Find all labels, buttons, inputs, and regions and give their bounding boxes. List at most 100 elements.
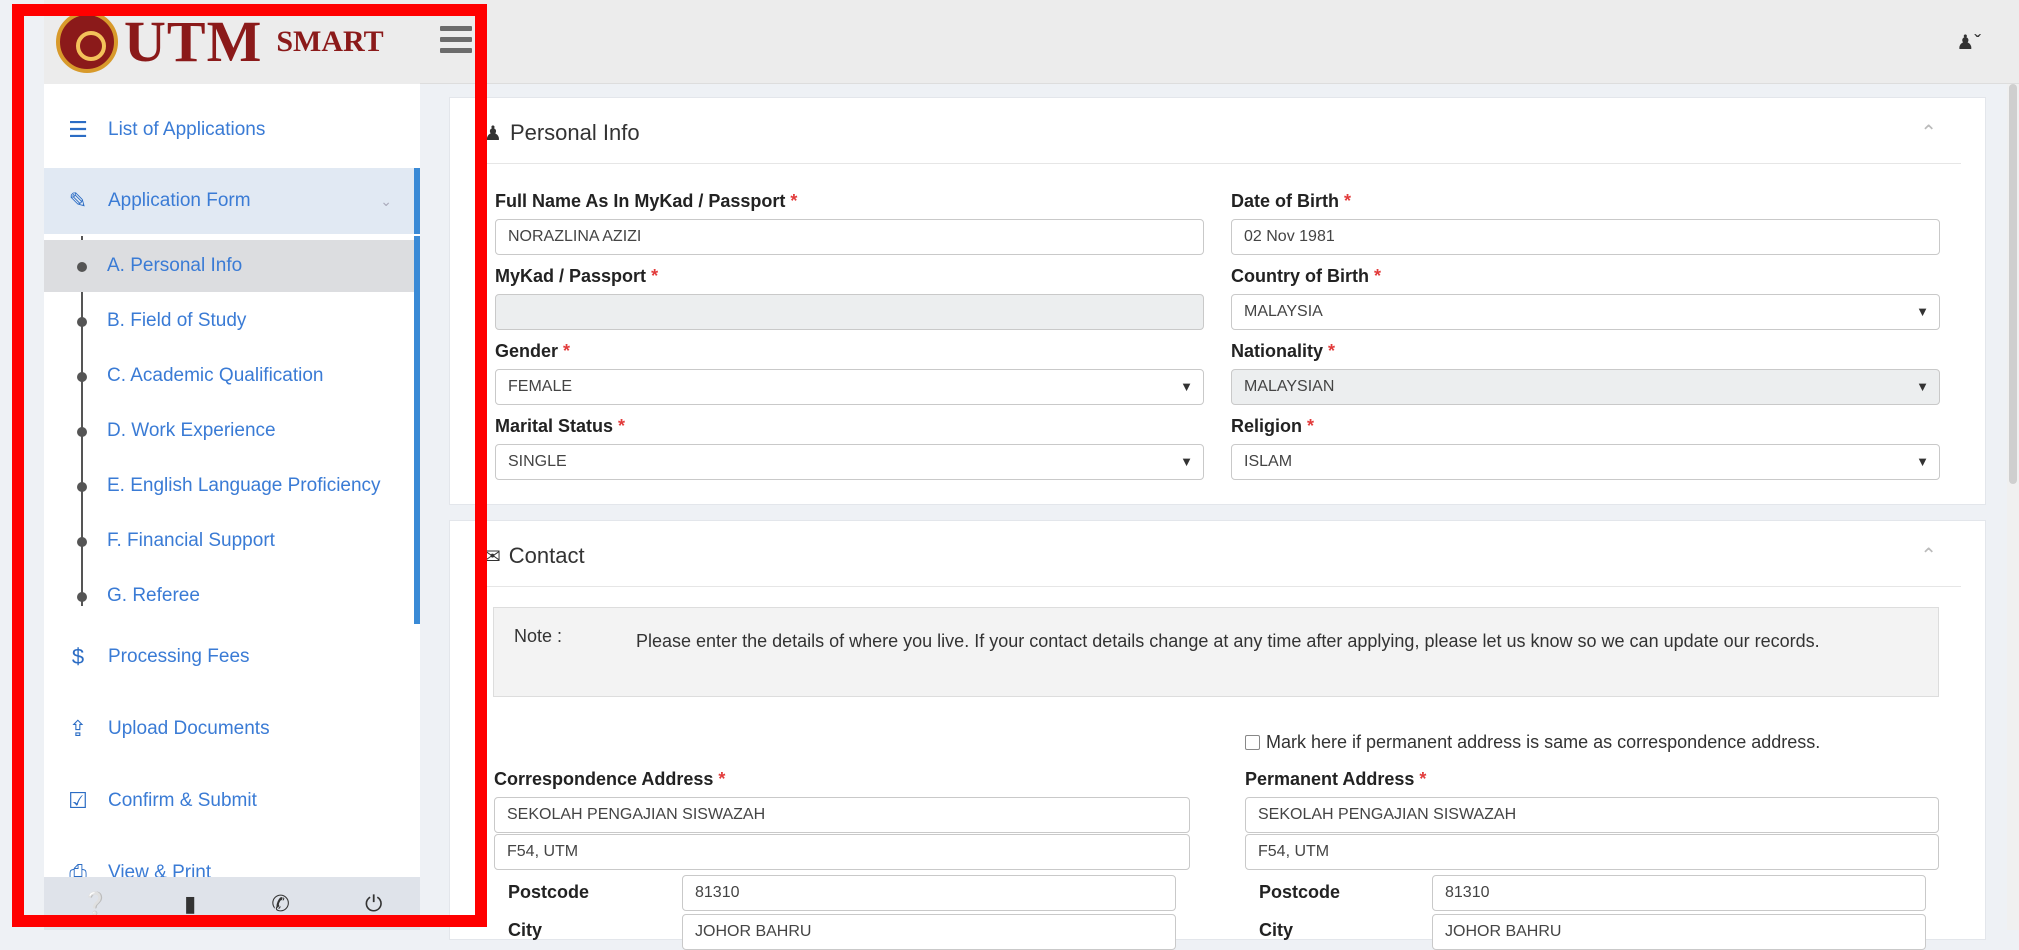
gender-value: FEMALE xyxy=(508,378,573,395)
bullet-icon xyxy=(77,427,87,437)
sidebar-item-label: Processing Fees xyxy=(108,646,250,667)
page-scrollbar[interactable] xyxy=(2007,84,2019,930)
full-name-label: Full Name As In MyKad / Passport * xyxy=(495,191,798,211)
caret-down-icon: ▼ xyxy=(1180,379,1193,394)
perm-line1-value: SEKOLAH PENGAJIAN SISWAZAH xyxy=(1258,806,1517,823)
marital-label: Marital Status * xyxy=(495,416,626,436)
application-form-submenu: A. Personal Info B. Field of Study C. Ac… xyxy=(44,236,420,624)
caret-down-icon: ▼ xyxy=(1916,454,1929,469)
corr-city-input[interactable]: JOHOR BAHRU xyxy=(682,914,1176,950)
dob-label: Date of Birth * xyxy=(1231,191,1352,211)
permanent-address-line1[interactable]: SEKOLAH PENGAJIAN SISWAZAH xyxy=(1245,797,1939,833)
dob-input[interactable]: 02 Nov 1981 xyxy=(1231,219,1940,255)
check-square-icon: ☑ xyxy=(68,788,88,813)
user-icon: ♟ xyxy=(484,122,502,145)
gender-label: Gender * xyxy=(495,341,571,361)
sub-item-academic-qualification[interactable]: C. Academic Qualification xyxy=(44,350,414,402)
divider xyxy=(480,586,1961,587)
list-icon: ☰ xyxy=(68,117,88,142)
full-name-input[interactable]: NORAZLINA AZIZI xyxy=(495,219,1204,255)
smart-logo: SMART xyxy=(276,27,383,57)
country-select[interactable]: MALAYSIA ▼ xyxy=(1231,294,1940,330)
note-label: Note : xyxy=(514,626,563,646)
personal-info-panel: ♟ Personal Info ⌃ Full Name As In MyKad … xyxy=(449,97,1986,505)
religion-select[interactable]: ISLAM ▼ xyxy=(1231,444,1940,480)
logo-area: UTM SMART xyxy=(44,0,420,84)
sub-item-financial-support[interactable]: F. Financial Support xyxy=(44,515,414,567)
sub-item-label: G. Referee xyxy=(107,585,200,606)
scrollbar-thumb[interactable] xyxy=(2009,84,2017,484)
sub-item-label: D. Work Experience xyxy=(107,420,276,441)
perm-postcode-label: Postcode xyxy=(1259,882,1341,902)
personal-info-title: ♟ Personal Info xyxy=(484,120,640,146)
sub-item-referee[interactable]: G. Referee xyxy=(44,570,414,622)
sidebar: UTM SMART ☰ List of Applications ✎ Appli… xyxy=(44,0,420,930)
caret-down-icon: ▼ xyxy=(1180,454,1193,469)
corr-city-label: City xyxy=(508,920,543,940)
sub-item-label: C. Academic Qualification xyxy=(107,365,324,386)
perm-postcode-input[interactable]: 81310 xyxy=(1432,875,1926,911)
correspondence-address-line2[interactable]: F54, UTM xyxy=(494,834,1190,870)
nationality-select: MALAYSIAN ▼ xyxy=(1231,369,1940,405)
utm-logo-text: UTM xyxy=(124,9,263,74)
sub-item-work-experience[interactable]: D. Work Experience xyxy=(44,405,414,457)
full-name-value: NORAZLINA AZIZI xyxy=(508,228,642,245)
phone-icon[interactable]: ✆ xyxy=(271,891,289,917)
sidebar-item-label: Upload Documents xyxy=(108,718,270,739)
country-label: Country of Birth * xyxy=(1231,266,1382,286)
sub-item-english-proficiency[interactable]: E. English Language Proficiency xyxy=(44,460,414,512)
perm-city-label: City xyxy=(1259,920,1294,940)
checkbox-icon[interactable] xyxy=(1245,735,1260,750)
same-address-checkbox[interactable]: Mark here if permanent address is same a… xyxy=(1245,732,1820,753)
contact-note: Note : Please enter the details of where… xyxy=(493,607,1939,697)
user-menu-icon[interactable]: ♟ˇ xyxy=(1956,30,1981,55)
utm-seal-icon xyxy=(56,11,118,73)
book-icon[interactable]: ▮ xyxy=(184,891,196,917)
help-icon[interactable]: ❔ xyxy=(82,891,109,917)
sidebar-item-application-form[interactable]: ✎ Application Form ⌄ xyxy=(44,168,420,234)
panel-title-text: Contact xyxy=(508,543,585,568)
sub-item-field-of-study[interactable]: B. Field of Study xyxy=(44,295,414,347)
chevron-up-icon[interactable]: ⌃ xyxy=(1920,120,1937,145)
sub-item-label: B. Field of Study xyxy=(107,310,247,331)
perm-line2-value: F54, UTM xyxy=(1258,843,1330,860)
dob-value: 02 Nov 1981 xyxy=(1244,228,1335,245)
sidebar-item-label: Application Form xyxy=(108,190,251,211)
sub-item-personal-info[interactable]: A. Personal Info xyxy=(44,240,414,292)
sidebar-item-list-of-applications[interactable]: ☰ List of Applications xyxy=(44,104,420,156)
sidebar-footer: ❔ ▮ ✆ ⏻ xyxy=(44,877,420,930)
nationality-value: MALAYSIAN xyxy=(1244,378,1335,395)
same-address-label: Mark here if permanent address is same a… xyxy=(1266,732,1821,752)
corr-postcode-input[interactable]: 81310 xyxy=(682,875,1176,911)
corr-city-value: JOHOR BAHRU xyxy=(695,923,812,940)
chevron-up-icon[interactable]: ⌃ xyxy=(1920,543,1937,568)
permanent-address-line2[interactable]: F54, UTM xyxy=(1245,834,1939,870)
perm-city-input[interactable]: JOHOR BAHRU xyxy=(1432,914,1926,950)
corr-postcode-value: 81310 xyxy=(695,884,740,901)
perm-postcode-value: 81310 xyxy=(1445,884,1490,901)
smart-logo-text: SMART xyxy=(276,25,384,58)
marital-value: SINGLE xyxy=(508,453,567,470)
permanent-address-label: Permanent Address * xyxy=(1245,769,1427,789)
marital-select[interactable]: SINGLE ▼ xyxy=(495,444,1204,480)
menu-toggle-icon[interactable] xyxy=(440,26,472,54)
religion-label: Religion * xyxy=(1231,416,1315,436)
sidebar-item-processing-fees[interactable]: $ Processing Fees xyxy=(44,630,420,684)
contact-title: ✉ Contact xyxy=(484,543,585,569)
sub-item-label: A. Personal Info xyxy=(107,255,243,276)
sidebar-item-confirm-submit[interactable]: ☑ Confirm & Submit xyxy=(44,774,420,828)
bullet-icon xyxy=(77,317,87,327)
bullet-icon xyxy=(77,592,87,602)
mykad-label: MyKad / Passport * xyxy=(495,266,659,286)
sidebar-item-upload-documents[interactable]: ⇪ Upload Documents xyxy=(44,702,420,756)
correspondence-address-label: Correspondence Address * xyxy=(494,769,726,789)
panel-title-text: Personal Info xyxy=(509,120,640,145)
note-text: Please enter the details of where you li… xyxy=(636,631,1820,651)
correspondence-address-line1[interactable]: SEKOLAH PENGAJIAN SISWAZAH xyxy=(494,797,1190,833)
bullet-icon xyxy=(77,537,87,547)
bullet-icon xyxy=(77,482,87,492)
power-icon[interactable]: ⏻ xyxy=(365,891,382,917)
edit-icon: ✎ xyxy=(68,188,88,213)
gender-select[interactable]: FEMALE ▼ xyxy=(495,369,1204,405)
religion-value: ISLAM xyxy=(1244,453,1293,470)
